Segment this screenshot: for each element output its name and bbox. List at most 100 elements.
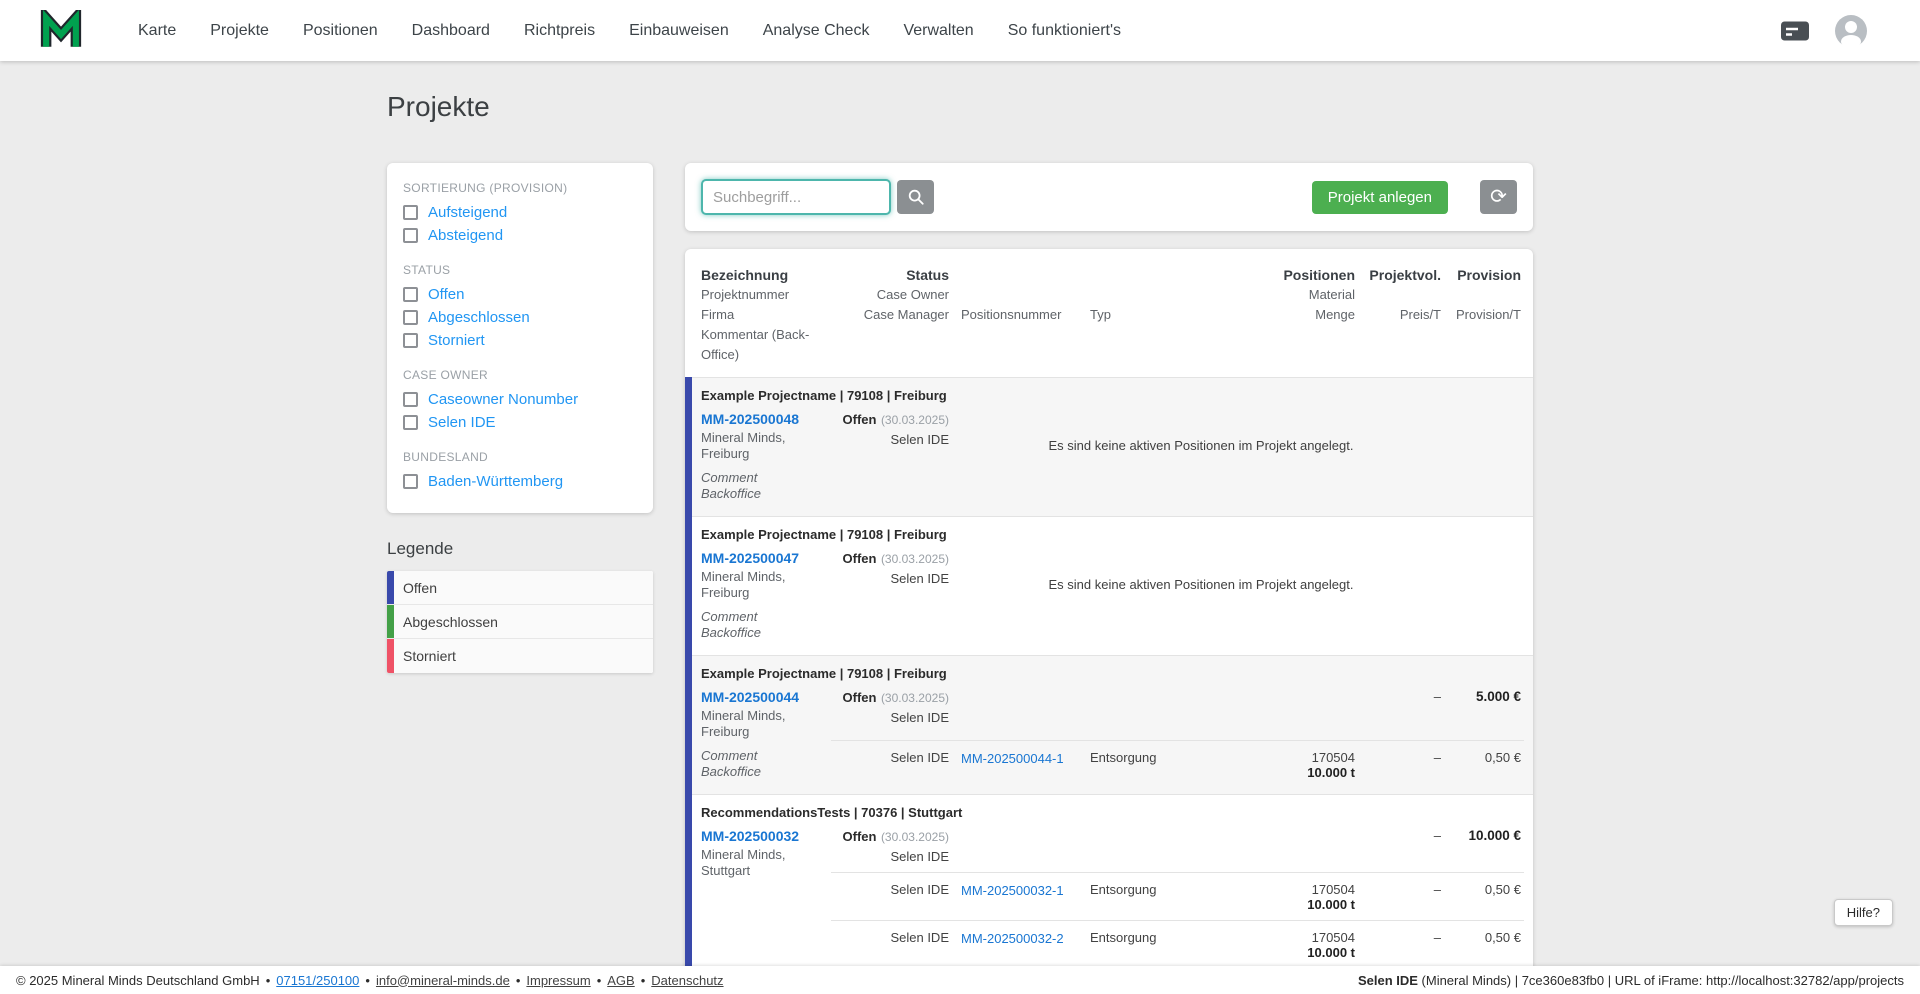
refresh-icon: ⟳ bbox=[1490, 186, 1507, 208]
checkbox[interactable] bbox=[403, 287, 418, 302]
filter-section-status: STATUS bbox=[403, 263, 451, 277]
position-material: 170504 bbox=[1311, 930, 1355, 945]
page-title: Projekte bbox=[387, 91, 490, 122]
filter-option-selen-ide[interactable]: Selen IDE bbox=[403, 411, 637, 434]
footer-left: © 2025 Mineral Minds Deutschland GmbH • … bbox=[16, 972, 724, 988]
header-col-provision: Provision Provision/T bbox=[1455, 267, 1521, 322]
checkbox[interactable] bbox=[403, 474, 418, 489]
project-number-link[interactable]: MM-202500032 bbox=[701, 828, 799, 844]
legend-item-offen: Offen bbox=[387, 571, 653, 605]
position-typ: Entsorgung bbox=[1090, 930, 1157, 945]
legend: Offen Abgeschlossen Storniert bbox=[387, 571, 653, 673]
filter-option-caseowner-nonumber[interactable]: Caseowner Nonumber bbox=[403, 388, 637, 411]
session-info: Selen IDE (Mineral Minds) | 7ce360e83fb0… bbox=[1358, 973, 1904, 988]
no-positions-message: Es sind keine aktiven Positionen im Proj… bbox=[1048, 438, 1354, 454]
legend-item-storniert: Storniert bbox=[387, 639, 653, 673]
position-row: Selen IDE MM-202500032-2 Entsorgung 1705… bbox=[831, 920, 1524, 960]
mineral-minds-logo-icon bbox=[40, 9, 82, 47]
position-preis: – bbox=[1433, 882, 1441, 897]
project-row: Example Projectname | 79108 | Freiburg M… bbox=[692, 516, 1533, 655]
project-title: Example Projectname | 79108 | Freiburg bbox=[701, 527, 947, 542]
projects-list: Example Projectname | 79108 | Freiburg M… bbox=[685, 377, 1533, 966]
agb-link[interactable]: AGB bbox=[607, 973, 634, 988]
nav-item-einbauweisen[interactable]: Einbauweisen bbox=[629, 22, 729, 40]
nav-item-karte[interactable]: Karte bbox=[138, 22, 176, 40]
logo[interactable] bbox=[40, 9, 82, 52]
checkbox[interactable] bbox=[403, 205, 418, 220]
position-preis: – bbox=[1433, 930, 1441, 945]
project-title: Example Projectname | 79108 | Freiburg bbox=[701, 666, 947, 681]
nav-item-verwalten[interactable]: Verwalten bbox=[903, 22, 973, 40]
impressum-link[interactable]: Impressum bbox=[526, 973, 590, 988]
project-row: RecommendationsTests | 70376 | Stuttgart… bbox=[692, 794, 1533, 966]
project-number-link[interactable]: MM-202500044 bbox=[701, 689, 799, 705]
position-preis: – bbox=[1433, 750, 1441, 765]
project-company: Mineral Minds, Freiburg bbox=[701, 569, 786, 600]
navbar: Karte Projekte Positionen Dashboard Rich… bbox=[0, 0, 1920, 61]
legend-color-done bbox=[387, 605, 394, 638]
toolbar: Projekt anlegen ⟳ bbox=[685, 163, 1533, 231]
filter-option-abgeschlossen[interactable]: Abgeschlossen bbox=[403, 306, 637, 329]
filter-option-absteigend[interactable]: Absteigend bbox=[403, 224, 637, 247]
header-col-typ: Typ bbox=[1090, 307, 1111, 322]
position-typ: Entsorgung bbox=[1090, 882, 1157, 897]
search-input[interactable] bbox=[701, 179, 891, 215]
nav-item-analyse-check[interactable]: Analyse Check bbox=[763, 22, 870, 40]
checkbox[interactable] bbox=[403, 228, 418, 243]
position-number-link[interactable]: MM-202500032-2 bbox=[961, 931, 1064, 946]
help-button[interactable]: Hilfe? bbox=[1833, 899, 1893, 926]
nav-item-dashboard[interactable]: Dashboard bbox=[412, 22, 490, 40]
position-menge: 10.000 t bbox=[1307, 945, 1355, 960]
create-project-button[interactable]: Projekt anlegen bbox=[1311, 180, 1448, 214]
nav-item-positionen[interactable]: Positionen bbox=[303, 22, 378, 40]
checkbox[interactable] bbox=[403, 310, 418, 325]
copyright-text: © 2025 Mineral Minds Deutschland GmbH bbox=[16, 972, 260, 988]
project-status: Offen (30.03.2025) Selen IDE bbox=[831, 411, 961, 447]
checkbox[interactable] bbox=[403, 415, 418, 430]
filter-option-offen[interactable]: Offen bbox=[403, 283, 637, 306]
position-number-link[interactable]: MM-202500044-1 bbox=[961, 751, 1064, 766]
filter-option-storniert[interactable]: Storniert bbox=[403, 329, 637, 352]
project-status: Offen (30.03.2025) Selen IDE bbox=[831, 689, 961, 725]
avatar[interactable] bbox=[1834, 14, 1868, 48]
phone-link[interactable]: 07151/250100 bbox=[276, 973, 359, 988]
filter-section-bundesland: BUNDESLAND bbox=[403, 450, 489, 464]
checkbox[interactable] bbox=[403, 392, 418, 407]
position-row: Selen IDE MM-202500044-1 Entsorgung 1705… bbox=[831, 740, 1524, 780]
legend-color-open bbox=[387, 571, 394, 604]
filter-section-case-owner: CASE OWNER bbox=[403, 368, 489, 382]
project-company: Mineral Minds, Freiburg bbox=[701, 708, 786, 739]
project-case-owner: Selen IDE bbox=[890, 571, 949, 586]
position-case-owner: Selen IDE bbox=[890, 930, 949, 945]
project-row: Example Projectname | 79108 | Freiburg M… bbox=[692, 377, 1533, 516]
filter-option-aufsteigend[interactable]: Aufsteigend bbox=[403, 201, 637, 224]
datenschutz-link[interactable]: Datenschutz bbox=[651, 973, 723, 988]
search-button[interactable] bbox=[897, 180, 934, 214]
position-menge: 10.000 t bbox=[1307, 897, 1355, 912]
nav-item-projekte[interactable]: Projekte bbox=[210, 22, 269, 40]
filter-option-baden-wuerttemberg[interactable]: Baden-Württemberg bbox=[403, 470, 637, 493]
checkbox[interactable] bbox=[403, 333, 418, 348]
card-icon[interactable] bbox=[1780, 19, 1810, 43]
content-column: Projekt anlegen ⟳ Bezeichnung Projektnum… bbox=[685, 163, 1533, 966]
position-number-link[interactable]: MM-202500032-1 bbox=[961, 883, 1064, 898]
project-comment: Comment Backoffice bbox=[701, 609, 761, 640]
legend-color-cancelled bbox=[387, 639, 394, 673]
project-case-owner: Selen IDE bbox=[890, 432, 949, 447]
sidebar: SORTIERUNG (PROVISION) Aufsteigend Abste… bbox=[387, 163, 653, 673]
project-status: Offen (30.03.2025) Selen IDE bbox=[831, 550, 961, 586]
nav-item-so-funktionierts[interactable]: So funktioniert's bbox=[1008, 22, 1121, 40]
position-material-menge: 170504 10.000 t bbox=[1226, 930, 1361, 960]
refresh-button[interactable]: ⟳ bbox=[1480, 180, 1517, 214]
header-col-status: Status Case Owner Case Manager bbox=[863, 267, 949, 322]
position-material-menge: 170504 10.000 t bbox=[1226, 750, 1361, 780]
project-number-link[interactable]: MM-202500047 bbox=[701, 550, 799, 566]
email-link[interactable]: info@mineral-minds.de bbox=[376, 973, 510, 988]
project-number-link[interactable]: MM-202500048 bbox=[701, 411, 799, 427]
provision-value: 5.000 € bbox=[1475, 689, 1521, 704]
nav-item-richtpreis[interactable]: Richtpreis bbox=[524, 22, 595, 40]
filter-section-sortierung: SORTIERUNG (PROVISION) bbox=[403, 181, 568, 195]
project-row: Example Projectname | 79108 | Freiburg M… bbox=[692, 655, 1533, 794]
no-positions-message: Es sind keine aktiven Positionen im Proj… bbox=[1048, 577, 1354, 593]
navbar-right bbox=[1780, 14, 1868, 48]
